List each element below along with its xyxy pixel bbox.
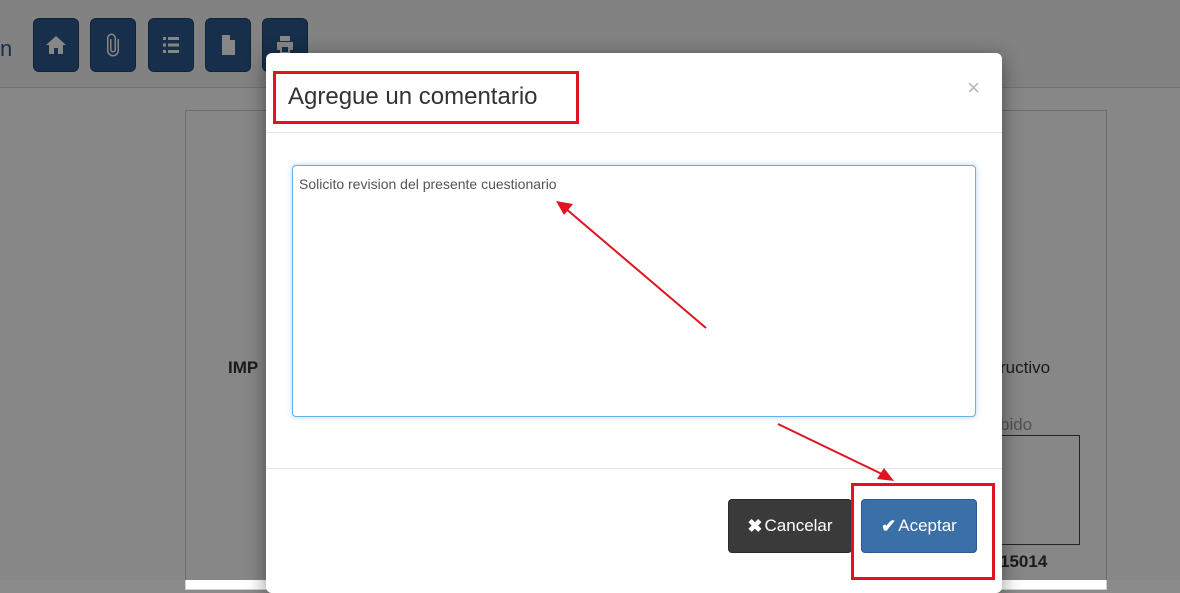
title-highlight-box: [273, 71, 579, 124]
comment-textarea[interactable]: Solicito revision del presente cuestiona…: [292, 165, 976, 417]
accept-highlight-box: [851, 483, 995, 580]
cancel-label: Cancelar: [764, 516, 833, 535]
modal-body: Solicito revision del presente cuestiona…: [266, 133, 1002, 468]
close-icon[interactable]: ×: [967, 77, 980, 99]
x-icon: ✖: [747, 515, 763, 536]
cancel-button[interactable]: ✖ Cancelar: [728, 499, 852, 553]
